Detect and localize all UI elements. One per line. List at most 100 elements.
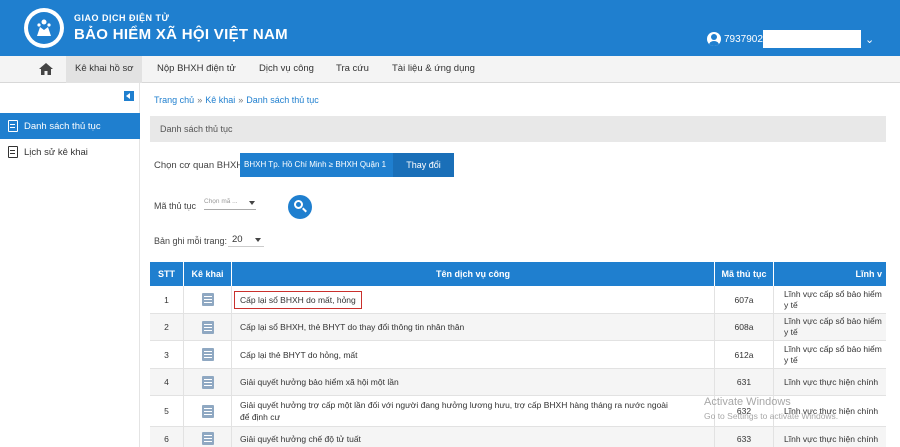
field-text: Lĩnh vực cấp sổ bảo hiểm — [784, 288, 882, 299]
nav-item-dich-vu-cong[interactable]: Dịch vụ công — [259, 63, 314, 74]
activate-windows-title: Activate Windows — [704, 396, 791, 408]
header-ma-thu-tuc: Mã thủ tục — [715, 262, 774, 286]
table-row: 4 Giải quyết hưởng bảo hiểm xã hội một l… — [150, 369, 886, 396]
breadcrumb-ke-khai[interactable]: Kê khai — [205, 95, 235, 105]
declare-form-icon[interactable] — [201, 348, 214, 361]
service-name-cell[interactable]: Giải quyết hưởng trợ cấp một lần đối với… — [232, 396, 715, 426]
header-ten-dich-vu: Tên dịch vụ công — [232, 262, 715, 286]
breadcrumb-separator: » — [197, 95, 203, 105]
document-list-icon — [8, 120, 18, 132]
service-name-line1: Giải quyết hưởng trợ cấp một lần đối với… — [240, 400, 668, 410]
service-name-line2: để định cư — [240, 412, 281, 422]
table-row: 6 Giải quyết hưởng chế độ tử tuất 633 Lĩ… — [150, 427, 886, 447]
row-stt: 6 — [150, 427, 184, 447]
chevron-down-icon[interactable]: ⌄ — [865, 33, 874, 46]
agency-label: Chọn cơ quan BHXH: — [154, 160, 246, 171]
field-text: Lĩnh vực cấp sổ bảo hiểm — [784, 316, 882, 326]
caret-down-icon — [249, 201, 255, 205]
section-title: Danh sách thủ tục — [160, 124, 233, 134]
search-button[interactable] — [288, 195, 312, 219]
breadcrumb: Trang chủ» Kê khai» Danh sách thủ tục — [154, 95, 319, 105]
user-menu[interactable]: 7937902 ⌄ — [707, 30, 874, 48]
sidebar-item-lich-su-ke-khai[interactable]: Lịch sử kê khai — [0, 139, 140, 165]
field-cell: Lĩnh vực cấp sổ bảo hiểm y tế — [774, 341, 886, 368]
change-agency-button[interactable]: Thay đổi — [393, 153, 454, 177]
declare-form-icon[interactable] — [201, 293, 214, 306]
main-nav: Kê khai hồ sơ Nộp BHXH điện tử Dịch vụ c… — [0, 56, 900, 83]
service-name-link[interactable]: Cấp lại thẻ BHYT do hỏng, mất — [232, 341, 715, 368]
table-header: STT Kê khai Tên dịch vụ công Mã thủ tục … — [150, 262, 886, 286]
nav-item-tra-cuu[interactable]: Tra cứu — [336, 63, 369, 74]
procedure-code-label: Mã thủ tục — [154, 201, 197, 211]
collapse-sidebar-icon[interactable] — [124, 91, 134, 101]
field-cell: Lĩnh vực cấp sổ bảo hiểm y tế — [774, 314, 886, 340]
row-stt: 5 — [150, 396, 184, 426]
service-name-link[interactable]: Giải quyết hưởng bảo hiểm xã hội một lần — [232, 369, 715, 395]
header-stt: STT — [150, 262, 184, 286]
row-stt: 3 — [150, 341, 184, 368]
procedure-code: 607a — [715, 286, 774, 313]
row-stt: 2 — [150, 314, 184, 340]
row-stt: 4 — [150, 369, 184, 395]
field-text: Lĩnh vực cấp sổ bảo hiểm — [784, 343, 882, 354]
brand-line-1: GIAO DỊCH ĐIỆN TỬ — [74, 13, 170, 23]
sidebar-item-label: Danh sách thủ tục — [24, 120, 101, 132]
sidebar-item-danh-sach-thu-tuc[interactable]: Danh sách thủ tục — [0, 113, 140, 139]
row-stt: 1 — [150, 286, 184, 313]
declare-cell — [184, 314, 232, 340]
field-text: Lĩnh vực thực hiện chính — [784, 376, 879, 387]
field-text-line2: y tế — [784, 299, 798, 310]
home-icon[interactable] — [38, 62, 54, 76]
table-row: 2 Cấp lại sổ BHXH, thẻ BHYT do thay đổi … — [150, 314, 886, 341]
search-icon-handle — [302, 207, 307, 213]
sidebar-item-label: Lịch sử kê khai — [24, 146, 88, 158]
agency-value: BHXH Tp. Hồ Chí Minh ≥ BHXH Quận 1 — [244, 160, 387, 169]
breadcrumb-separator: » — [238, 95, 244, 105]
per-page-value: 20 — [232, 234, 243, 245]
per-page-label: Bản ghi mỗi trang: — [154, 236, 228, 246]
declare-form-icon[interactable] — [201, 404, 214, 418]
nav-item-nop-bhxh[interactable]: Nộp BHXH điện tử — [157, 63, 236, 74]
table-row: 1 Cấp lại sổ BHXH do mất, hỏng 607a Lĩnh… — [150, 286, 886, 314]
per-page-select[interactable]: 20 — [228, 231, 264, 247]
procedure-code-select[interactable]: Chọn mã ... — [204, 196, 256, 210]
breadcrumb-home[interactable]: Trang chủ — [154, 95, 194, 105]
logo-emblem — [28, 12, 60, 44]
declare-cell — [184, 396, 232, 426]
agency-selector: BHXH Tp. Hồ Chí Minh ≥ BHXH Quận 1 Thay … — [240, 153, 454, 177]
declare-cell — [184, 341, 232, 368]
declare-form-icon[interactable] — [201, 432, 214, 445]
vss-logo[interactable] — [24, 8, 64, 48]
declare-cell — [184, 286, 232, 313]
procedure-code: 608a — [715, 314, 774, 340]
nav-item-ke-khai-ho-so[interactable]: Kê khai hồ sơ — [75, 63, 134, 74]
declare-cell — [184, 369, 232, 395]
header-linh-vuc: Lĩnh v — [855, 269, 883, 279]
nav-item-tai-lieu[interactable]: Tài liệu & ứng dụng — [392, 63, 475, 74]
activate-windows-subtitle: Go to Settings to activate Windows. — [704, 411, 839, 421]
procedure-code: 631 — [715, 369, 774, 395]
procedure-code: 633 — [715, 427, 774, 447]
table-row: 3 Cấp lại thẻ BHYT do hỏng, mất 612a Lĩn… — [150, 341, 886, 369]
procedure-code: 612a — [715, 341, 774, 368]
field-text-line2: y tế — [784, 327, 798, 337]
family-emblem-icon — [37, 19, 51, 36]
top-banner: GIAO DỊCH ĐIỆN TỬ BẢO HIỂM XÃ HỘI VIỆT N… — [0, 0, 900, 56]
section-header: Danh sách thủ tục — [150, 116, 886, 142]
service-name-link[interactable]: Cấp lại sổ BHXH, thẻ BHYT do thay đổi th… — [232, 314, 715, 340]
user-name-redacted — [762, 30, 861, 48]
declare-form-icon[interactable] — [201, 375, 214, 389]
procedure-code-placeholder: Chọn mã ... — [204, 198, 238, 205]
sidebar: Danh sách thủ tục Lịch sử kê khai — [0, 83, 140, 447]
brand-line-2: BẢO HIỂM XÃ HỘI VIỆT NAM — [74, 26, 288, 43]
field-cell: Lĩnh vực cấp sổ bảo hiểm y tế — [774, 286, 886, 313]
header-ke-khai: Kê khai — [184, 262, 232, 286]
user-avatar-icon — [707, 32, 721, 46]
service-name-link[interactable]: Giải quyết hưởng chế độ tử tuất — [232, 427, 715, 447]
history-document-icon — [8, 146, 18, 158]
service-name-link[interactable]: Cấp lại sổ BHXH do mất, hỏng — [234, 290, 362, 309]
caret-down-icon — [255, 238, 261, 242]
declare-form-icon[interactable] — [201, 320, 214, 334]
user-id: 7937902 — [724, 33, 763, 45]
field-text-line2: y tế — [784, 354, 798, 365]
